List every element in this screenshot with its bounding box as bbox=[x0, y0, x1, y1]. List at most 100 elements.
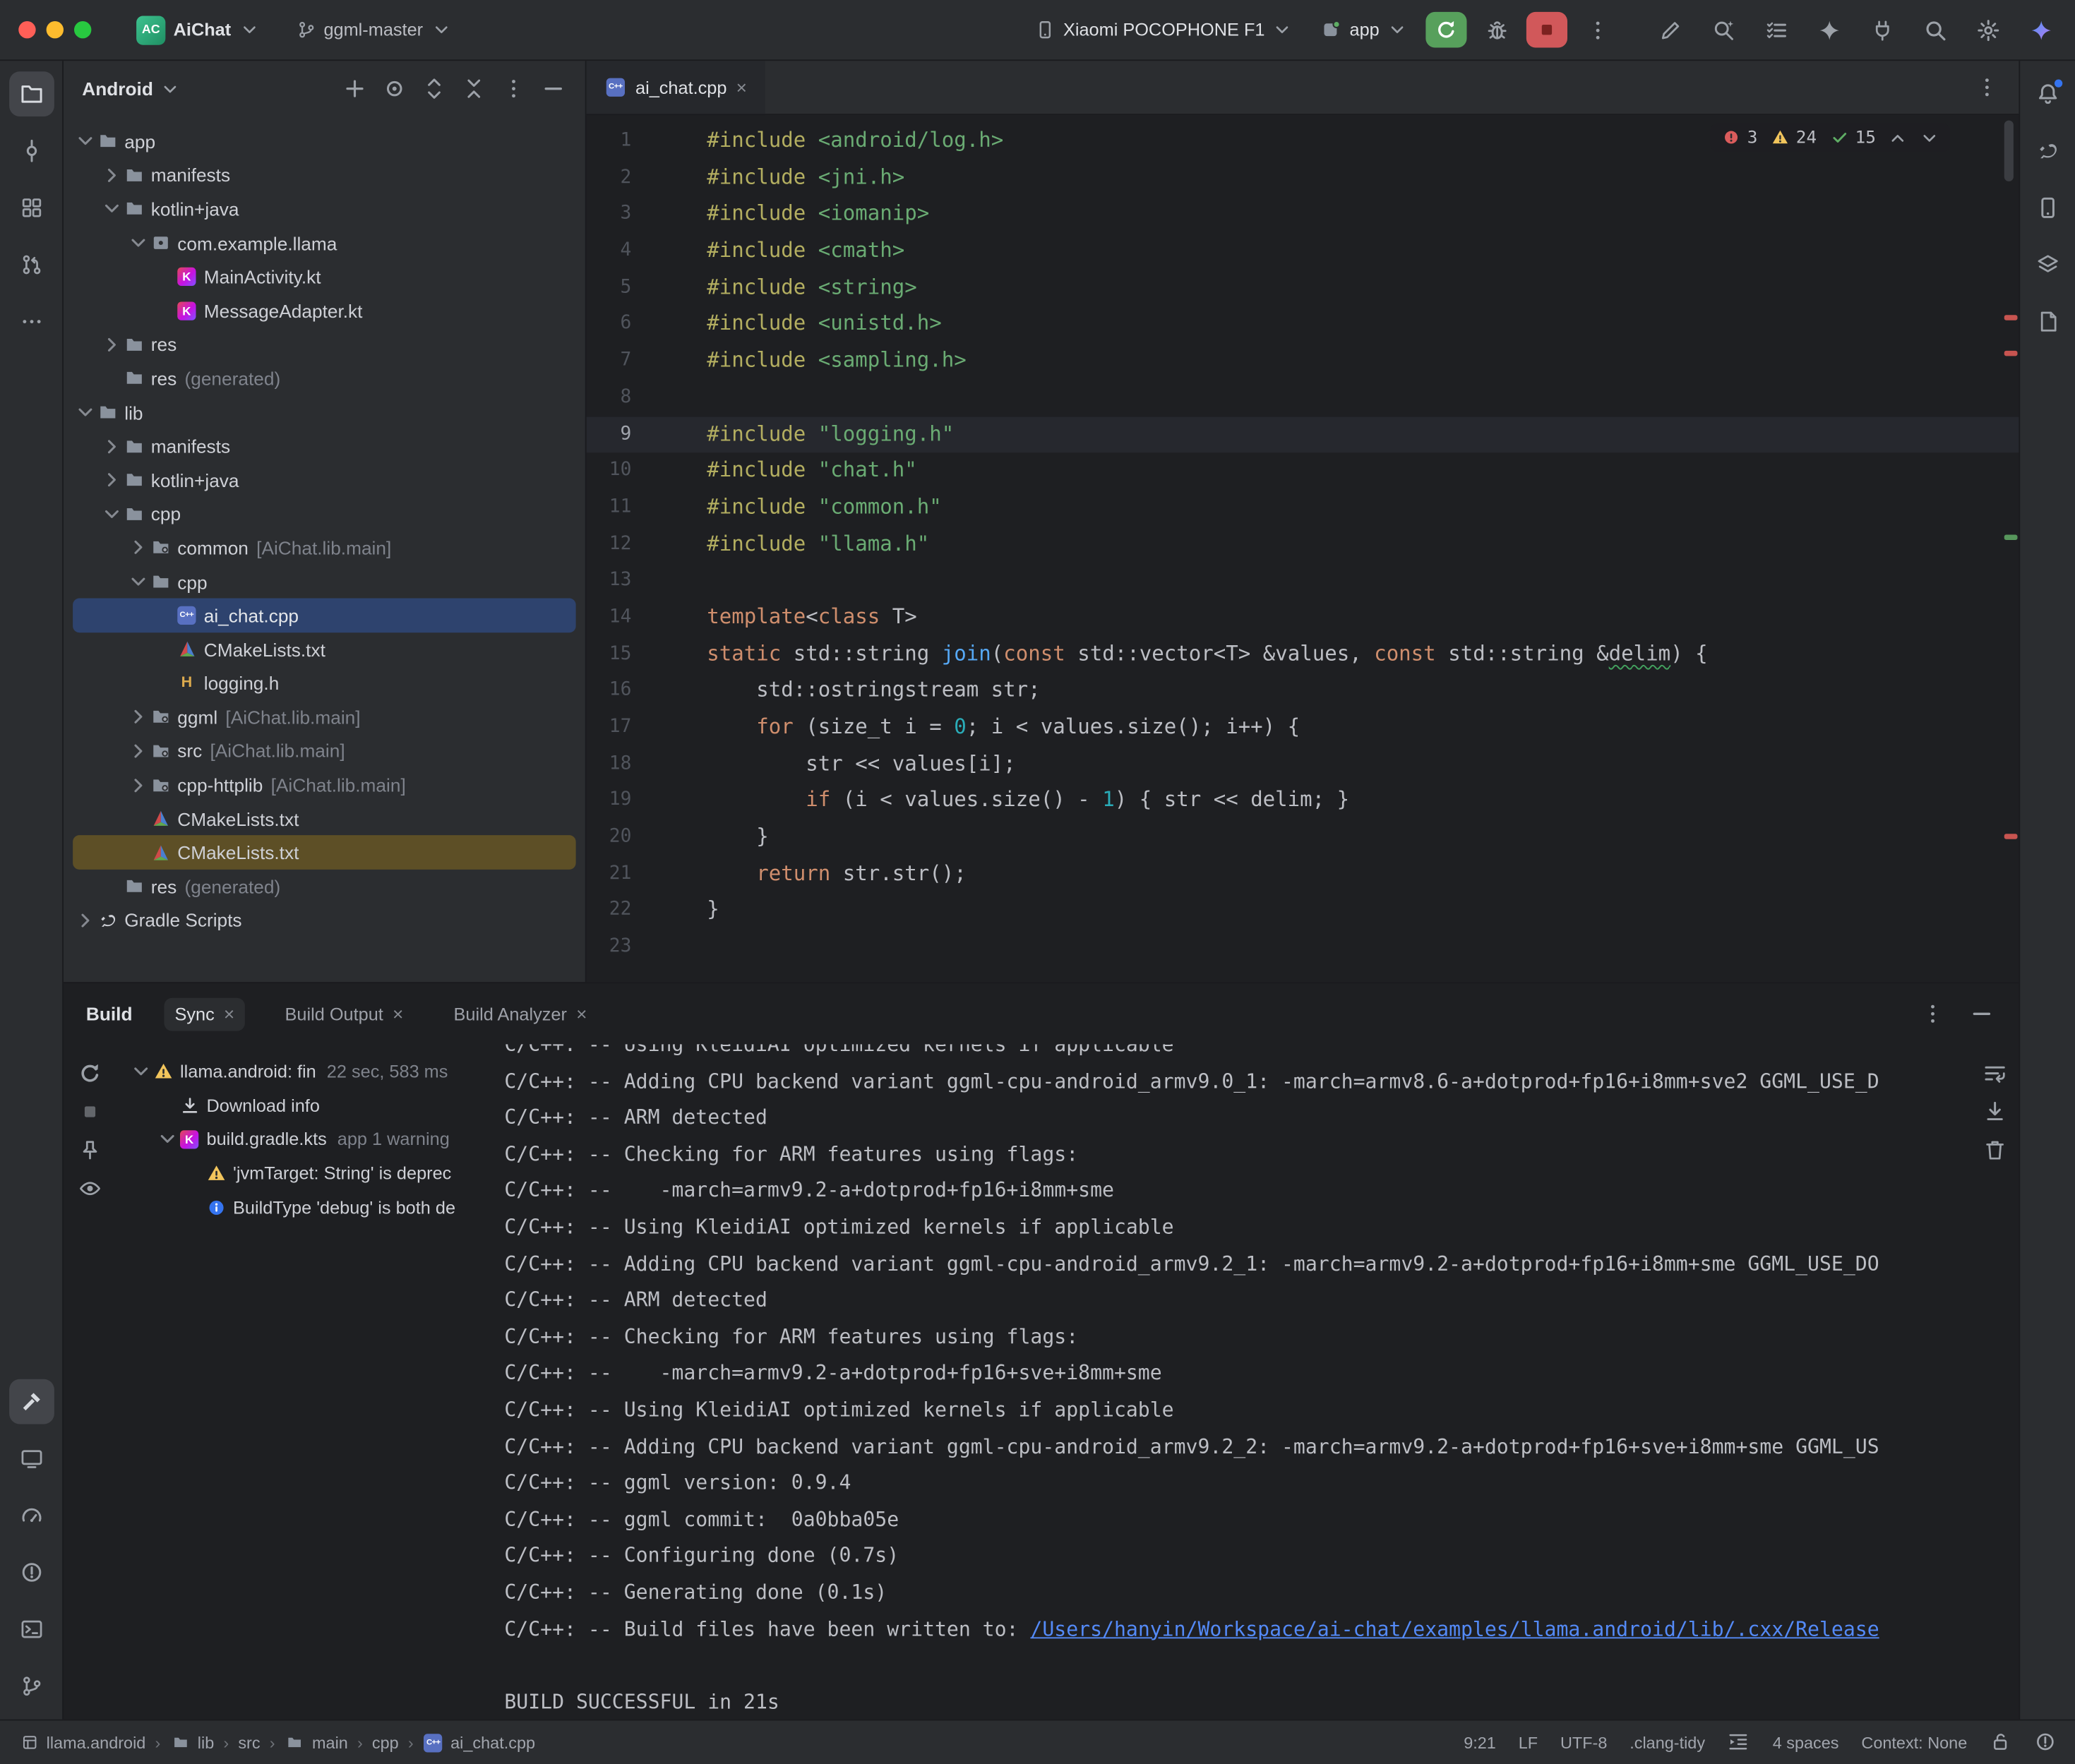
tree-item-res[interactable]: res bbox=[73, 328, 576, 361]
ai-search-icon[interactable] bbox=[1701, 10, 1745, 49]
tree-item-com.example.llama[interactable]: com.example.llama bbox=[73, 226, 576, 260]
running-devices-icon[interactable] bbox=[8, 1436, 54, 1481]
chevron-right-icon[interactable] bbox=[101, 334, 124, 355]
editor-scrollbar[interactable] bbox=[2004, 121, 2014, 181]
collapse-all-icon[interactable] bbox=[455, 70, 493, 107]
close-tab-icon[interactable]: × bbox=[393, 1004, 403, 1023]
tree-item-res[interactable]: res(generated) bbox=[73, 361, 576, 395]
chevron-right-icon[interactable] bbox=[101, 436, 124, 457]
console-file-link[interactable]: /Users/hanyin/Workspace/ai-chat/examples… bbox=[1030, 1616, 1879, 1640]
ai-assistant-icon[interactable] bbox=[1807, 10, 1850, 49]
tree-item-kotlin+java[interactable]: kotlin+java bbox=[73, 192, 576, 226]
chevron-down-icon[interactable] bbox=[127, 571, 150, 592]
debug-button[interactable] bbox=[1475, 10, 1519, 49]
close-tab-icon[interactable]: × bbox=[576, 1004, 587, 1023]
previous-issue-icon[interactable] bbox=[1888, 128, 1908, 148]
profiler-icon[interactable] bbox=[8, 1493, 54, 1538]
tree-item-app[interactable]: app bbox=[73, 124, 576, 158]
breadcrumb-item-ai_chat.cpp[interactable]: C++ai_chat.cpp bbox=[423, 1732, 535, 1753]
scroll-to-end-icon[interactable] bbox=[1976, 1098, 2014, 1125]
build-tree-item--jvmtarget-string-is-deprec[interactable]: 'jvmTarget: String' is deprec bbox=[116, 1156, 490, 1190]
chevron-down-icon[interactable] bbox=[130, 1061, 153, 1082]
clear-console-icon[interactable] bbox=[1976, 1137, 2014, 1164]
chevron-down-icon[interactable] bbox=[160, 79, 179, 99]
search-everywhere-icon[interactable] bbox=[1913, 10, 1956, 49]
chevron-right-icon[interactable] bbox=[127, 740, 150, 762]
tab-build-output[interactable]: Build Output× bbox=[275, 997, 414, 1031]
chevron-down-icon[interactable] bbox=[101, 198, 124, 220]
stop-build-icon[interactable] bbox=[71, 1098, 109, 1125]
breadcrumb-item-src[interactable]: src bbox=[238, 1733, 260, 1751]
error-stripe-mark[interactable] bbox=[2004, 315, 2018, 320]
tree-item-res[interactable]: res(generated) bbox=[73, 870, 576, 904]
lock-icon[interactable] bbox=[1990, 1732, 2012, 1754]
tab-ai_chat.cpp[interactable]: C++ ai_chat.cpp × bbox=[587, 61, 766, 114]
soft-wrap-icon[interactable] bbox=[1976, 1060, 2014, 1087]
hide-panel-icon[interactable] bbox=[535, 70, 573, 107]
tree-item-logging.h[interactable]: Hlogging.h bbox=[73, 666, 576, 700]
locate-file-icon[interactable] bbox=[376, 70, 414, 107]
build-tree-item-build.gradle.kts[interactable]: Kbuild.gradle.ktsapp 1 warning bbox=[116, 1122, 490, 1156]
device-selector[interactable]: Xiaomi POCOPHONE F1 bbox=[1025, 15, 1303, 45]
tree-item-cpp-httplib[interactable]: cpp-httplib[AiChat.lib.main] bbox=[73, 768, 576, 802]
panel-options-kebab-icon[interactable] bbox=[495, 70, 532, 107]
checklist-icon[interactable] bbox=[1754, 10, 1798, 49]
tree-item-cmakelists.txt[interactable]: CMakeLists.txt bbox=[73, 632, 576, 666]
chevron-down-icon[interactable] bbox=[101, 503, 124, 524]
gemini-icon[interactable] bbox=[2019, 10, 2062, 49]
run-configuration-selector[interactable]: app bbox=[1311, 15, 1418, 45]
minimize-button[interactable] bbox=[47, 21, 64, 38]
notifications-icon[interactable] bbox=[2026, 71, 2071, 116]
more-tool-windows-icon[interactable] bbox=[8, 299, 54, 344]
file-encoding[interactable]: UTF-8 bbox=[1560, 1733, 1607, 1751]
close-tab-icon[interactable]: × bbox=[736, 78, 747, 97]
run-button[interactable] bbox=[1425, 12, 1466, 48]
terminal-icon[interactable] bbox=[8, 1607, 54, 1652]
tab-build-analyzer[interactable]: Build Analyzer× bbox=[443, 997, 598, 1031]
indent-setting[interactable]: 4 spaces bbox=[1773, 1733, 1839, 1751]
tree-item-cmakelists.txt[interactable]: CMakeLists.txt bbox=[73, 802, 576, 836]
tree-item-common[interactable]: common[AiChat.lib.main] bbox=[73, 531, 576, 565]
project-view-selector[interactable]: Android bbox=[82, 78, 153, 100]
code-editor[interactable]: 1#include <android/log.h>2#include <jni.… bbox=[587, 115, 2019, 982]
build-options-kebab-icon[interactable] bbox=[1910, 994, 1954, 1033]
chevron-down-icon[interactable] bbox=[74, 131, 97, 152]
tree-item-ggml[interactable]: ggml[AiChat.lib.main] bbox=[73, 700, 576, 734]
problems-icon[interactable] bbox=[8, 1550, 54, 1595]
tree-item-src[interactable]: src[AiChat.lib.main] bbox=[73, 734, 576, 768]
filter-icon[interactable] bbox=[71, 1175, 109, 1202]
tree-item-manifests[interactable]: manifests bbox=[73, 158, 576, 192]
project-selector[interactable]: AC AiChat bbox=[126, 10, 269, 49]
version-control-icon[interactable] bbox=[8, 1664, 54, 1709]
context-widget[interactable]: Context: None bbox=[1861, 1733, 1967, 1751]
branch-selector[interactable]: ggml-master bbox=[285, 15, 461, 45]
project-tool-icon[interactable] bbox=[8, 71, 54, 116]
code-style-icon[interactable] bbox=[1728, 1732, 1750, 1754]
expand-all-icon[interactable] bbox=[416, 70, 453, 107]
chevron-right-icon[interactable] bbox=[127, 537, 150, 558]
chevron-down-icon[interactable] bbox=[74, 402, 97, 423]
warnings-badge[interactable]: 24 bbox=[1769, 127, 1817, 148]
tree-item-ai_chat.cpp[interactable]: C++ai_chat.cpp bbox=[73, 599, 576, 632]
chevron-right-icon[interactable] bbox=[127, 774, 150, 796]
build-console-area[interactable]: C/C++: -- Using KleidiAI optimized kerne… bbox=[490, 1044, 1971, 1719]
passed-badge[interactable]: 15 bbox=[1829, 127, 1876, 148]
breadcrumb-item-cpp[interactable]: cpp bbox=[372, 1733, 399, 1751]
tree-item-messageadapter.kt[interactable]: KMessageAdapter.kt bbox=[73, 294, 576, 328]
next-issue-icon[interactable] bbox=[1920, 128, 1939, 148]
chevron-right-icon[interactable] bbox=[127, 707, 150, 728]
tree-item-manifests[interactable]: manifests bbox=[73, 429, 576, 463]
tab-sync[interactable]: Sync× bbox=[165, 997, 246, 1031]
pull-requests-icon[interactable] bbox=[8, 242, 54, 287]
add-icon[interactable] bbox=[336, 70, 373, 107]
chevron-down-icon[interactable] bbox=[127, 232, 150, 253]
settings-icon[interactable] bbox=[1966, 10, 2009, 49]
hide-build-panel-icon[interactable] bbox=[1959, 994, 2003, 1033]
tree-item-cpp[interactable]: cpp bbox=[73, 497, 576, 531]
tree-item-cmakelists.txt[interactable]: CMakeLists.txt bbox=[73, 836, 576, 870]
tree-item-mainactivity.kt[interactable]: KMainActivity.kt bbox=[73, 260, 576, 294]
cursor-position[interactable]: 9:21 bbox=[1464, 1733, 1496, 1751]
tree-item-lib[interactable]: lib bbox=[73, 395, 576, 429]
stop-button[interactable] bbox=[1526, 12, 1567, 48]
build-tree-item-download-info[interactable]: Download info bbox=[116, 1088, 490, 1122]
